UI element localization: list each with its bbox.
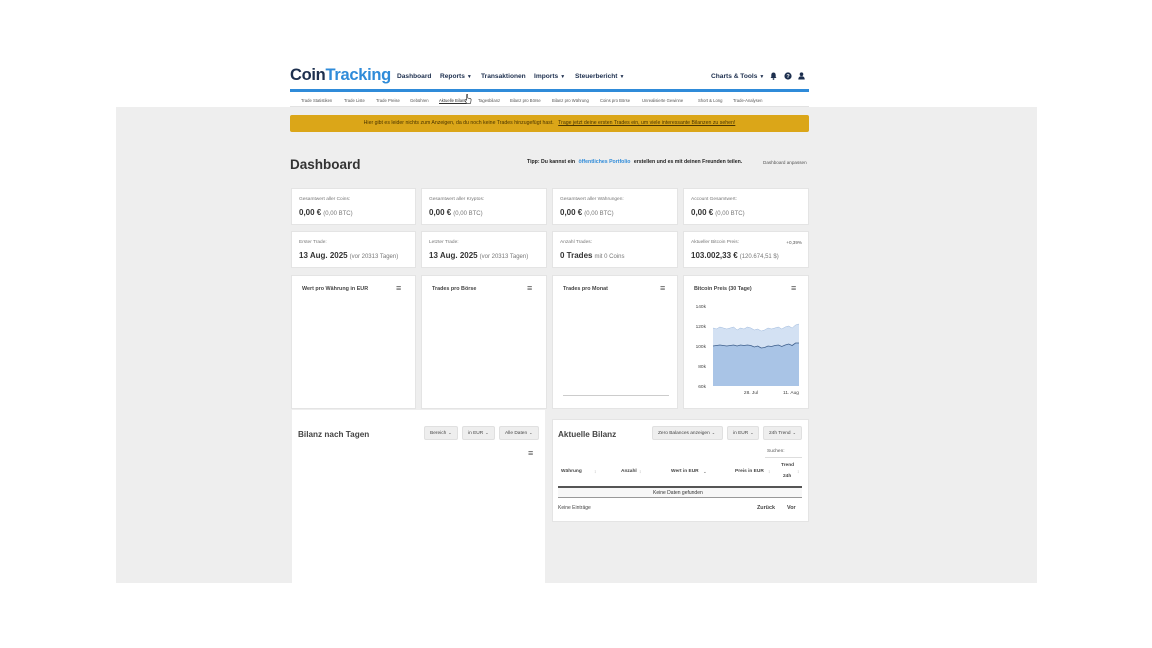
subnav-trade-statistiken[interactable]: Trade Statistiken (301, 98, 332, 103)
bilanz-nach-tagen-title: Bilanz nach Tagen (298, 430, 370, 439)
stat-card-bitcoin-price: Aktueller Bitcoin Preis: +0,39% 103.002,… (683, 231, 809, 268)
price-change: +0,39% (786, 240, 802, 245)
stat-card-coins: Gesamtwert aller Coins: 0,00 € (0,00 BTC) (291, 188, 416, 225)
y-tick-label: 80k (698, 364, 706, 370)
banner-link[interactable]: Trage jetzt deine ersten Trades ein, um … (558, 120, 735, 126)
trend-dropdown[interactable]: 24h Trend ⌄ (763, 426, 802, 440)
chart-menu-icon[interactable]: ≡ (396, 284, 401, 293)
empty-message: Keine Daten gefunden (653, 490, 703, 496)
nav-reports[interactable]: Reports ▼ (440, 73, 472, 80)
table-info: Keine Einträge (558, 505, 591, 511)
chart-menu-icon[interactable]: ≡ (660, 284, 665, 293)
pagination-next[interactable]: Vor (787, 505, 796, 511)
price-area-series-1 (713, 343, 799, 386)
banner-text: Hier gibt es leider nichts zum Anzeigen,… (363, 120, 554, 126)
chevron-down-icon: ⌄ (448, 430, 452, 435)
subnav-tagesbilanz[interactable]: Tagesbilanz (478, 98, 500, 103)
subnav-gebuehren[interactable]: Gebühren (410, 98, 429, 103)
public-portfolio-link[interactable]: öffentliches Portfolio (579, 159, 631, 165)
panel-wert-pro-waehrung: Wert pro Währung in EUR (291, 275, 416, 409)
sort-icon[interactable]: ↕ (594, 469, 596, 474)
y-tick-label: 120k (696, 324, 707, 330)
col-waehrung[interactable]: Währung (561, 469, 582, 474)
col-24h[interactable]: 24h (783, 474, 791, 479)
bitcoin-price-chart: 140k 120k 100k 80k 60k 28. Jul 11. Aug (696, 304, 800, 396)
stat-card-kryptos: Gesamtwert aller Kryptos: 0,00 € (0,00 BT… (421, 188, 547, 225)
page-title: Dashboard (290, 157, 361, 172)
chart-menu-icon[interactable]: ≡ (527, 284, 532, 293)
zero-balances-dropdown[interactable]: Zero Balances anzeigen ⌄ (652, 426, 723, 440)
aktuelle-bilanz-title: Aktuelle Bilanz (558, 430, 617, 439)
subnav-trade-preise[interactable]: Trade Preise (376, 98, 400, 103)
nav-steuerbericht[interactable]: Steuerbericht ▼ (575, 73, 624, 80)
chevron-down-icon: ⌄ (792, 430, 796, 435)
screenshot-stage: { "header": { "logo_main": "Coin", "logo… (0, 0, 1152, 648)
no-trades-banner: Hier gibt es leider nichts zum Anzeigen,… (290, 115, 809, 132)
stat-card-trade-count: Anzahl Trades: 0 Trades mit 0 Coins (552, 231, 678, 268)
hand-cursor-icon (464, 94, 472, 104)
col-trend[interactable]: Trend (781, 463, 794, 468)
currency-dropdown[interactable]: in EUR ⌄ (462, 426, 495, 440)
search-label: Suchen: (767, 449, 785, 454)
panel-trades-pro-boerse: Trades pro Börse (421, 275, 547, 409)
empty-chart-axis (563, 395, 669, 396)
chevron-down-icon: ⌄ (529, 430, 533, 435)
chevron-down-icon: ⌄ (750, 430, 754, 435)
panel-trades-pro-monat: Trades pro Monat (552, 275, 678, 409)
nav-dashboard[interactable]: Dashboard (397, 73, 431, 80)
chevron-down-icon: ⌄ (485, 430, 489, 435)
chevron-down-icon: ▼ (466, 74, 472, 80)
stat-card-first-trade: Erster Trade: 13 Aug. 2025 (vor 20313 Tag… (291, 231, 416, 268)
subnav-bilanz-pro-boerse[interactable]: Bilanz pro Börse (510, 98, 541, 103)
sort-desc-icon[interactable]: ⌄ (703, 469, 707, 475)
sort-icon[interactable]: ↕ (639, 469, 641, 474)
col-anzahl[interactable]: Anzahl (621, 469, 637, 474)
sort-icon[interactable]: ↕ (768, 469, 770, 474)
bell-icon[interactable] (770, 72, 777, 80)
search-input[interactable] (765, 457, 802, 458)
subnav-short-long[interactable]: Short & Long (698, 98, 722, 103)
subnav-coins-pro-boerse[interactable]: Coins pro Börse (600, 98, 630, 103)
y-tick-label: 100k (696, 344, 707, 350)
chart-menu-icon[interactable]: ≡ (528, 449, 533, 458)
pagination-prev[interactable]: Zurück (757, 505, 775, 511)
stat-card-last-trade: Letzter Trade: 13 Aug. 2025 (vor 20313 Ta… (421, 231, 547, 268)
sort-icon[interactable]: ↕ (797, 469, 799, 474)
bereich-dropdown[interactable]: Bereich ⌄ (424, 426, 458, 440)
help-icon[interactable]: ? (784, 72, 792, 80)
nav-transaktionen[interactable]: Transaktionen (481, 73, 526, 80)
chevron-down-icon: ▼ (560, 74, 566, 80)
x-tick-label: 28. Jul (744, 390, 758, 396)
nav-imports[interactable]: Imports ▼ (534, 73, 565, 80)
y-tick-label: 60k (698, 384, 706, 390)
stat-card-account: Account Gesamtwert: 0,00 € (0,00 BTC) (683, 188, 809, 225)
chevron-down-icon: ⌄ (711, 430, 716, 435)
col-wert-eur[interactable]: Wert in EUR (671, 469, 699, 474)
alle-daten-dropdown[interactable]: Alle Daten ⌄ (499, 426, 539, 440)
chevron-down-icon: ▼ (759, 74, 765, 80)
chevron-down-icon: ▼ (619, 74, 625, 80)
nav-charts-tools[interactable]: Charts & Tools ▼ (711, 73, 764, 80)
subnav-trade-liste[interactable]: Trade Liste (344, 98, 365, 103)
cointracking-logo[interactable]: CoinTracking (290, 66, 391, 85)
sub-navigation (290, 93, 809, 107)
stat-card-waehrungen: Gesamtwert aller Währungen: 0,00 € (0,00 … (552, 188, 678, 225)
nav-underline (290, 89, 809, 92)
subnav-unrealisierte-gewinne[interactable]: Unrealisierte Gewinne (642, 98, 683, 103)
user-icon[interactable] (798, 72, 805, 80)
currency-dropdown[interactable]: in EUR ⌄ (727, 426, 759, 440)
customize-dashboard-link[interactable]: Dashboard anpassen (763, 160, 807, 165)
col-preis-eur[interactable]: Preis in EUR (735, 469, 764, 474)
y-tick-label: 140k (696, 304, 707, 310)
subnav-bilanz-pro-waehrung[interactable]: Bilanz pro Währung (552, 98, 589, 103)
x-tick-label: 11. Aug (783, 390, 799, 396)
chart-menu-icon[interactable]: ≡ (791, 284, 796, 293)
subnav-aktuelle-bilanz[interactable]: Aktuelle Bilanz (439, 98, 466, 103)
subnav-trade-analysen[interactable]: Trade-Analysen (733, 98, 762, 103)
tip-text: Tipp: Du kannst ein öffentliches Portfol… (527, 159, 743, 165)
